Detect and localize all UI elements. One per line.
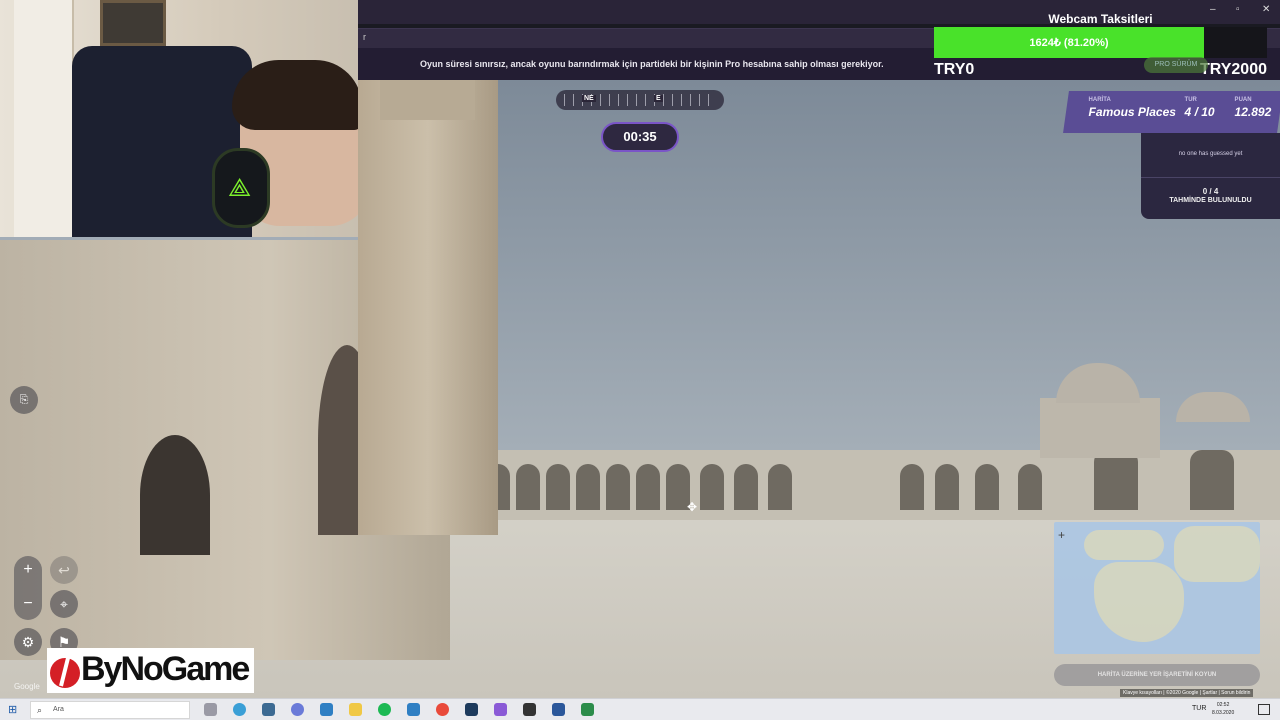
info-message: Oyun süresi sınırsız, ancak oyunu barınd… <box>420 59 884 69</box>
explorer-icon[interactable] <box>320 703 333 716</box>
folder-icon[interactable] <box>349 703 362 716</box>
language-indicator[interactable]: TUR <box>1192 705 1206 712</box>
colonnade-arch <box>975 464 999 510</box>
round-timer: 00:35 <box>601 122 679 152</box>
compass-label-e: E <box>654 95 663 102</box>
move-cursor-icon: ✥ <box>687 500 698 514</box>
taskbar-clock[interactable]: 02:52 8.03.2020 <box>1212 701 1234 717</box>
zoom-in-button[interactable]: + <box>14 556 42 584</box>
zoom-out-button[interactable]: − <box>14 590 42 618</box>
taskbar-search[interactable]: ⌕ Ara <box>30 701 190 719</box>
colonnade-arch <box>546 464 570 510</box>
map-land-asia <box>1174 526 1260 582</box>
donation-progress-bar: 1624₺ (81.20%) <box>934 27 1267 58</box>
score-label: PUAN <box>1234 97 1252 103</box>
clock-date: 8.03.2020 <box>1212 710 1235 716</box>
guess-note: no one has guessed yet <box>1178 151 1243 157</box>
start-icon[interactable]: ⊞ <box>8 703 17 716</box>
colonnade-arch <box>1190 450 1234 510</box>
task-view-icon[interactable] <box>204 703 217 716</box>
bynogame-mark-icon <box>50 653 80 688</box>
guess-status-panel: no one has guessed yet 0 / 4 TAHMİNDE BU… <box>1141 133 1280 219</box>
donation-current-value: 1624₺ (81.20%) <box>1029 37 1109 49</box>
chrome-icon[interactable] <box>436 703 449 716</box>
discord-icon[interactable] <box>291 703 304 716</box>
dome-base <box>1040 398 1160 458</box>
minimap-zoom-icon[interactable]: + <box>1058 528 1065 542</box>
obs-icon[interactable] <box>581 703 594 716</box>
twitch-icon[interactable] <box>494 703 507 716</box>
colonnade-arch <box>516 464 540 510</box>
address-text: r <box>363 32 366 42</box>
colonnade-arch <box>606 464 630 510</box>
webcam-feed: ⟁ <box>0 0 358 237</box>
search-placeholder: Ara <box>53 706 64 713</box>
webcam-door <box>14 0 74 237</box>
map-label: HARİTA <box>1088 97 1111 103</box>
status-score: PUAN 12.892 <box>1235 97 1272 119</box>
streamer-hair <box>232 60 358 130</box>
guess-minimap[interactable] <box>1054 522 1260 654</box>
report-icon[interactable]: ⎘ <box>10 386 38 414</box>
map-footer: Klavye kısayolları | ©2020 Google | Şart… <box>1120 689 1254 697</box>
map-land-europe <box>1084 530 1164 560</box>
colonnade-arch <box>576 464 600 510</box>
arch-doorway <box>140 435 210 555</box>
minaret-tower <box>358 80 498 535</box>
colonnade-arch <box>1018 464 1042 510</box>
score-value: 12.892 <box>1234 105 1272 119</box>
donation-max-label: TRY2000 <box>1200 61 1267 78</box>
return-to-start-icon[interactable]: ⌖ <box>50 590 78 618</box>
word-icon[interactable] <box>552 703 565 716</box>
webcam-picture-frame <box>100 0 166 46</box>
donation-min-label: TRY0 <box>934 61 975 78</box>
compass: NE E <box>556 90 724 110</box>
settings-icon[interactable]: ⚙ <box>14 628 42 656</box>
pro-button[interactable]: PRO SÜRÜM <box>1144 57 1208 73</box>
round-value: 4 / 10 <box>1184 105 1215 119</box>
google-logo: Google <box>14 682 40 691</box>
game-icon[interactable] <box>523 703 536 716</box>
search-icon: ⌕ <box>37 705 43 715</box>
round-label: TUR <box>1184 97 1197 103</box>
colonnade-arch <box>734 464 758 510</box>
taskbar: ⊞ ⌕ Ara TUR 02:52 8.03.2020 <box>0 698 1280 720</box>
headset-logo-icon: ⟁ <box>228 172 252 202</box>
zoom-controls: + − <box>14 556 42 620</box>
colonnade-arch <box>935 464 959 510</box>
bynogame-logo-text: ByNoGame <box>81 650 250 688</box>
clock-time: 02:52 <box>1216 702 1230 708</box>
colonnade-arch <box>700 464 724 510</box>
bynogame-logo: ByNoGame <box>47 648 254 693</box>
edge-icon[interactable] <box>233 703 246 716</box>
status-round: TUR 4 / 10 <box>1185 97 1215 119</box>
map-land-africa <box>1094 562 1184 642</box>
store-icon[interactable] <box>262 703 275 716</box>
minaret-top <box>380 80 475 120</box>
colonnade-arch <box>636 464 660 510</box>
undo-move-icon[interactable]: ↩ <box>50 556 78 584</box>
game-status-panel: HARİTA Famous Places TUR 4 / 10 PUAN 12.… <box>1063 91 1280 133</box>
donation-goal-widget: Webcam Taksitleri 1624₺ (81.20%) TRY0 TR… <box>934 8 1267 80</box>
notification-icon[interactable] <box>1258 704 1270 715</box>
colonnade-arch <box>1094 450 1138 510</box>
map-value: Famous Places <box>1088 105 1176 119</box>
donation-title: Webcam Taksitleri <box>1048 12 1153 26</box>
far-colonnade <box>480 450 1280 520</box>
guess-caption: TAHMİNDE BULUNULDU <box>1169 197 1252 204</box>
vscode-icon[interactable] <box>407 703 420 716</box>
guess-button[interactable]: HARİTA ÜZERİNE YER İŞARETİNİ KOYUN <box>1054 664 1260 686</box>
status-map: HARİTA Famous Places <box>1089 97 1176 119</box>
colonnade-arch <box>900 464 924 510</box>
colonnade-arch <box>768 464 792 510</box>
divider <box>1141 177 1280 178</box>
guess-count: 0 / 4 <box>1202 187 1219 196</box>
spotify-icon[interactable] <box>378 703 391 716</box>
compass-label-ne: NE <box>582 95 596 102</box>
photoshop-icon[interactable] <box>465 703 478 716</box>
